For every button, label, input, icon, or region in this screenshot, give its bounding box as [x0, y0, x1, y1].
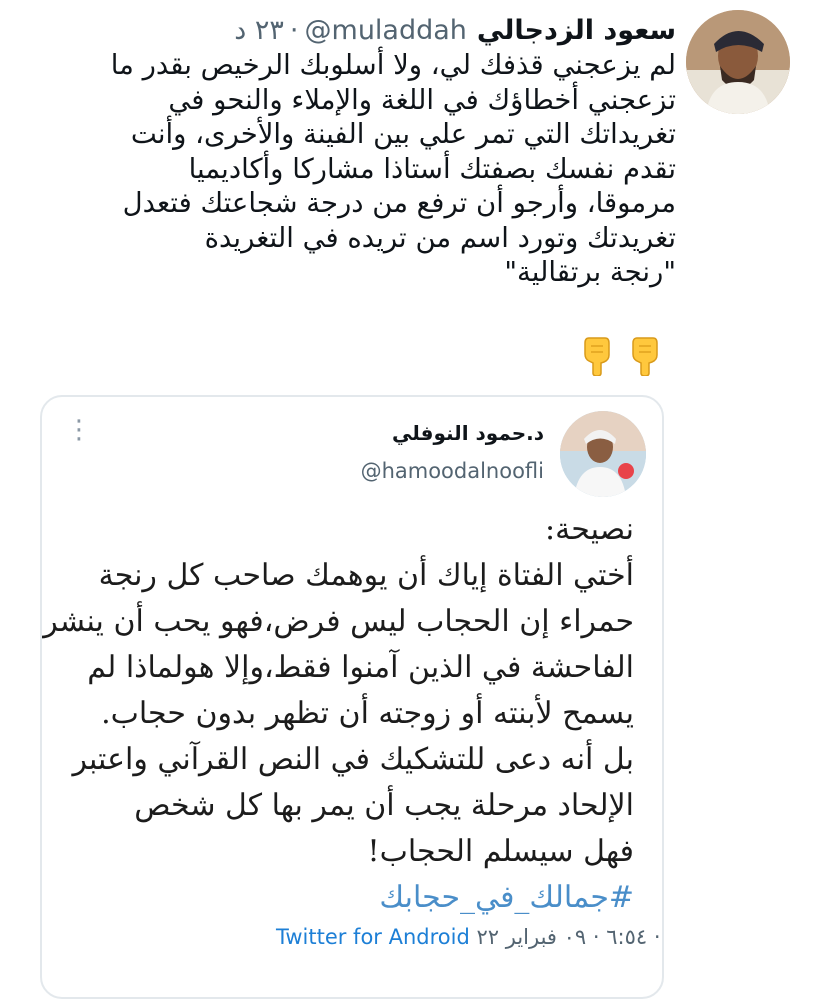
hashtag-link[interactable]: #جمالك_في_حجابك: [54, 875, 634, 921]
quoted-text-line: بل أنه دعى للتشكيك في النص القرآني واعتب…: [72, 742, 634, 777]
more-options-icon[interactable]: ⋮: [66, 417, 92, 443]
author-handle[interactable]: @muladdah: [305, 15, 467, 46]
quoted-text-line: نصيحة:: [545, 512, 634, 547]
tweet-text-line: تقدم نفسك بصفتك أستاذا مشاركا وأكاديميا: [188, 152, 676, 185]
quoted-text-line: أختي الفتاة إياك أن يوهمك صاحب كل رنجة: [98, 558, 634, 593]
avatar-photo-icon: [686, 10, 790, 114]
tweet-text-line: تزعجني أخطاؤك في اللغة والإملاء والنحو ف…: [168, 83, 676, 116]
quoted-author-name[interactable]: د.حمود النوفلي: [392, 421, 544, 445]
quoted-text-line: الإلحاد مرحلة يجب أن يمر بها كل شخص: [134, 788, 634, 823]
tweet-text-line: "رنجة برتقالية": [504, 256, 676, 288]
quoted-text-line: الفاحشة في الذين آمنوا فقط،وإلا هولماذا …: [87, 650, 634, 685]
cropped-text-fragment: [302, 397, 422, 404]
tweet-text-line: لم يزعجني قذفك لي، ولا أسلوبك الرخيص بقد…: [110, 49, 676, 81]
quoted-author-avatar[interactable]: [560, 411, 646, 497]
quoted-tweet-card[interactable]: ⋮ د.حمود النوفلي @hamoodalnoofli نصيحة: …: [40, 395, 664, 999]
quoted-text-line: يسمح لأبنته أو زوجته أن تظهر بدون حجاب.: [101, 696, 634, 731]
tweet-text-line: تغريداتك التي تمر علي بين الفينة والأخرى…: [130, 118, 676, 150]
tweet-time[interactable]: ٢٣ د: [234, 15, 284, 46]
tweet-text-line: مرموقا، وأرجو أن ترفع من درجة شجاعتك فتع…: [122, 187, 676, 219]
quoted-author-handle[interactable]: @hamoodalnoofli: [361, 459, 544, 483]
quoted-tweet-text: نصيحة: أختي الفتاة إياك أن يوهمك صاحب كل…: [43, 507, 634, 921]
quoted-text-line: فهل سيسلم الحجاب!: [367, 834, 634, 869]
separator-dot: ·: [289, 14, 299, 46]
tweet-text: لم يزعجني قذفك لي، ولا أسلوبك الرخيص بقد…: [36, 48, 676, 290]
quoted-tweet-meta: Twitter for Android ٦:٥٤ · ٠٩ فبراير ٢٢ …: [276, 925, 661, 949]
author-name[interactable]: سعود الزدجالي: [477, 15, 676, 46]
author-avatar[interactable]: [686, 10, 790, 114]
tweet-header: سعود الزدجالي @muladdah · ٢٣ د: [190, 10, 676, 50]
pointing-down-hand-icon: [584, 337, 610, 376]
source-link[interactable]: Twitter for Android: [276, 925, 470, 949]
quoted-timestamp: ٦:٥٤ · ٠٩ فبراير ٢٢ ·: [476, 925, 661, 949]
avatar-photo-icon: [560, 411, 646, 497]
quoted-text-line: حمراء إن الحجاب ليس فرض،فهو يحب أن ينشر: [43, 604, 634, 639]
pointing-down-hand-icon: [632, 337, 658, 376]
tweet-text-line: تغريدتك وتورد اسم من تريده في التغريدة: [204, 221, 676, 254]
emoji-row: [579, 336, 663, 376]
